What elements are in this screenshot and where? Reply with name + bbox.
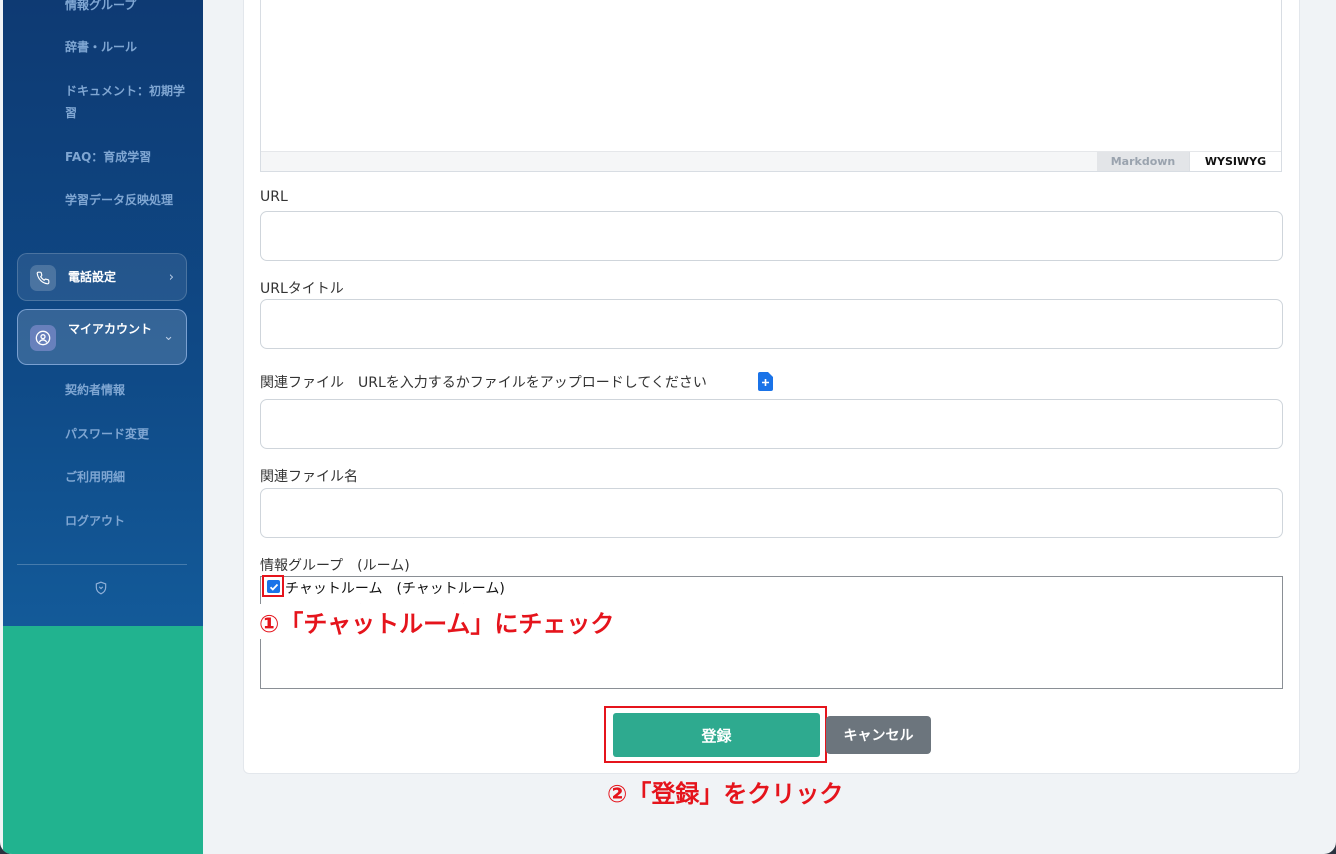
- url-label: URL: [260, 189, 288, 205]
- sidebar-item-label: 電話設定: [68, 270, 117, 284]
- step2-callout: ②「登録」をクリック: [607, 780, 844, 808]
- related-file-input[interactable]: [260, 399, 1283, 449]
- chat-room-option-label[interactable]: チャットルーム (チャットルーム): [285, 578, 505, 598]
- sidebar-item-faq-training[interactable]: FAQ：育成学習: [65, 146, 185, 168]
- sidebar-item-dictionary-rules[interactable]: 辞書・ルール: [65, 36, 185, 58]
- sidebar-item-usage-details[interactable]: ご利用明細: [65, 466, 185, 488]
- phone-icon: [30, 265, 56, 291]
- sidebar-item-info-group[interactable]: 情報グループ: [65, 0, 185, 16]
- register-button[interactable]: 登録: [613, 713, 820, 757]
- sidebar-item-learning-data-apply[interactable]: 学習データ反映処理: [65, 189, 185, 211]
- url-title-input[interactable]: [260, 299, 1283, 349]
- content-editor[interactable]: Markdown WYSIWYG: [260, 0, 1282, 172]
- sidebar: 情報グループ 辞書・ルール ドキュメント：初期学習 FAQ：育成学習 学習データ…: [3, 0, 203, 854]
- url-input[interactable]: [260, 211, 1283, 261]
- related-file-name-input[interactable]: [260, 488, 1283, 538]
- app-window: 情報グループ 辞書・ルール ドキュメント：初期学習 FAQ：育成学習 学習データ…: [0, 0, 1336, 854]
- checkbox-highlight: [262, 575, 284, 597]
- sidebar-item-document-initial-learning[interactable]: ドキュメント：初期学習: [65, 80, 185, 124]
- sidebar-item-label: マイアカウント: [68, 322, 153, 336]
- wysiwyg-tab[interactable]: WYSIWYG: [1189, 152, 1281, 171]
- sidebar-item-my-account[interactable]: マイアカウント ⌄: [17, 309, 187, 365]
- sidebar-item-contractor-info[interactable]: 契約者情報: [65, 379, 185, 401]
- cancel-button[interactable]: キャンセル: [826, 716, 931, 754]
- sidebar-item-logout[interactable]: ログアウト: [65, 510, 185, 532]
- chevron-right-icon: ›: [168, 270, 174, 285]
- step1-callout: ①「チャットルーム」にチェック: [259, 604, 621, 639]
- info-group-label: 情報グループ (ルーム): [260, 558, 410, 574]
- file-upload-icon[interactable]: [758, 372, 773, 391]
- sidebar-nav: 情報グループ 辞書・ルール ドキュメント：初期学習 FAQ：育成学習 学習データ…: [3, 0, 203, 626]
- editor-mode-bar: Markdown WYSIWYG: [261, 151, 1281, 171]
- related-file-label: 関連ファイル URLを入力するかファイルをアップロードしてください: [260, 375, 707, 391]
- url-title-label: URLタイトル: [260, 281, 344, 297]
- chevron-down-icon: ⌄: [163, 329, 174, 344]
- sidebar-item-change-password[interactable]: パスワード変更: [65, 423, 185, 445]
- markdown-tab[interactable]: Markdown: [1097, 152, 1189, 171]
- sidebar-divider: [17, 564, 187, 565]
- related-file-name-label: 関連ファイル名: [260, 469, 358, 485]
- sidebar-item-phone-settings[interactable]: 電話設定 ›: [17, 253, 187, 301]
- user-circle-icon: [30, 325, 56, 351]
- collapse-sidebar-icon[interactable]: [94, 580, 108, 595]
